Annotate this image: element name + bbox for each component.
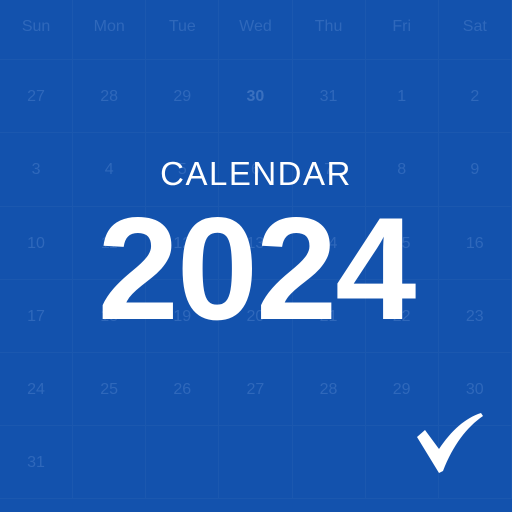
day-cell: 24 <box>0 353 73 426</box>
weekday-header: Sat <box>439 0 512 60</box>
calendar-year: 2024 <box>97 187 417 350</box>
checkmark-icon <box>417 413 483 473</box>
day-cell: 31 <box>293 60 366 133</box>
day-cell <box>73 426 146 499</box>
day-cell: 29 <box>146 60 219 133</box>
day-cell <box>293 426 366 499</box>
day-cell <box>219 426 292 499</box>
day-cell: 28 <box>73 60 146 133</box>
day-cell: 2 <box>439 60 512 133</box>
day-cell: 27 <box>0 60 73 133</box>
weekday-header: Wed <box>219 0 292 60</box>
day-cell: 31 <box>0 426 73 499</box>
day-cell: 28 <box>293 353 366 426</box>
day-cell: 26 <box>146 353 219 426</box>
weekday-header: Fri <box>366 0 439 60</box>
weekday-header: Thu <box>293 0 366 60</box>
calendar-icon-artwork: Sun Mon Tue Wed Thu Fri Sat 27 28 29 30 31 1 2 3 4 5 6 7 8 9… <box>0 0 512 512</box>
day-cell: 30 <box>219 60 292 133</box>
day-cell: 1 <box>366 60 439 133</box>
weekday-header: Tue <box>146 0 219 60</box>
day-cell: 27 <box>219 353 292 426</box>
day-cell <box>146 426 219 499</box>
weekday-header: Sun <box>0 0 73 60</box>
weekday-header: Mon <box>73 0 146 60</box>
day-cell: 25 <box>73 353 146 426</box>
